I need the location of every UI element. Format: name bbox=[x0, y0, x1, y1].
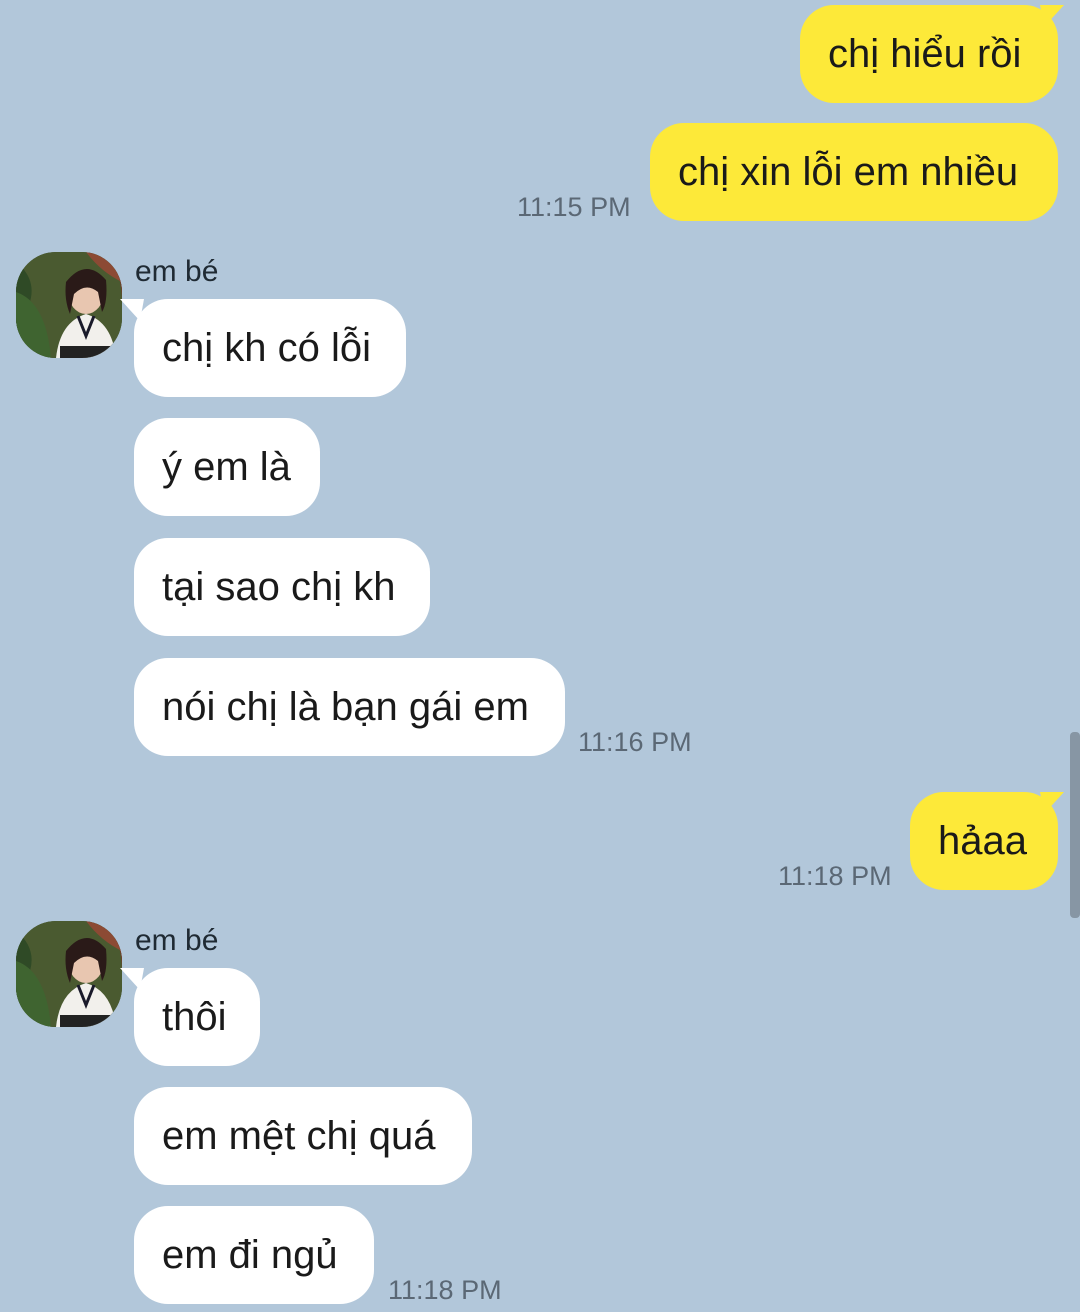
message-text: nói chị là bạn gái em bbox=[162, 684, 529, 729]
sender-name: em bé bbox=[135, 924, 219, 957]
outgoing-message-bubble[interactable]: chị xin lỗi em nhiều bbox=[650, 123, 1058, 221]
sender-avatar[interactable] bbox=[16, 921, 122, 1027]
incoming-message-bubble[interactable]: em mệt chị quá bbox=[134, 1087, 472, 1185]
sender-name: em bé bbox=[135, 255, 219, 288]
outgoing-message-bubble[interactable]: chị hiểu rồi bbox=[800, 5, 1058, 103]
profile-photo-avatar-icon bbox=[16, 252, 122, 358]
outgoing-message-bubble[interactable]: hảaa bbox=[910, 792, 1058, 890]
sender-avatar[interactable] bbox=[16, 252, 122, 358]
incoming-message-bubble[interactable]: ý em là bbox=[134, 418, 320, 516]
bubble-tail-icon bbox=[1040, 5, 1064, 27]
message-text: chị kh có lỗi bbox=[162, 325, 371, 370]
chat-message-list[interactable]: chị hiểu rồi chị xin lỗi em nhiều 11:15 … bbox=[0, 0, 1080, 1312]
incoming-message-bubble[interactable]: nói chị là bạn gái em bbox=[134, 658, 565, 756]
scrollbar-thumb[interactable] bbox=[1070, 732, 1080, 918]
bubble-tail-icon bbox=[1040, 792, 1064, 814]
incoming-message-bubble[interactable]: chị kh có lỗi bbox=[134, 299, 406, 397]
message-timestamp: 11:18 PM bbox=[388, 1275, 502, 1305]
incoming-message-bubble[interactable]: tại sao chị kh bbox=[134, 538, 430, 636]
message-timestamp: 11:18 PM bbox=[778, 861, 892, 891]
message-text: em đi ngủ bbox=[162, 1232, 338, 1277]
message-text: em mệt chị quá bbox=[162, 1113, 436, 1158]
message-timestamp: 11:15 PM bbox=[517, 192, 631, 222]
message-text: thôi bbox=[162, 994, 227, 1039]
message-text: tại sao chị kh bbox=[162, 564, 396, 609]
message-text: hảaa bbox=[938, 818, 1027, 863]
incoming-message-bubble[interactable]: em đi ngủ bbox=[134, 1206, 374, 1304]
bubble-tail-icon bbox=[120, 299, 144, 321]
incoming-message-bubble[interactable]: thôi bbox=[134, 968, 260, 1066]
message-text: ý em là bbox=[162, 444, 291, 489]
bubble-tail-icon bbox=[120, 968, 144, 990]
profile-photo-avatar-icon bbox=[16, 921, 122, 1027]
message-text: chị xin lỗi em nhiều bbox=[678, 149, 1019, 194]
message-text: chị hiểu rồi bbox=[828, 31, 1022, 76]
message-timestamp: 11:16 PM bbox=[578, 727, 692, 757]
